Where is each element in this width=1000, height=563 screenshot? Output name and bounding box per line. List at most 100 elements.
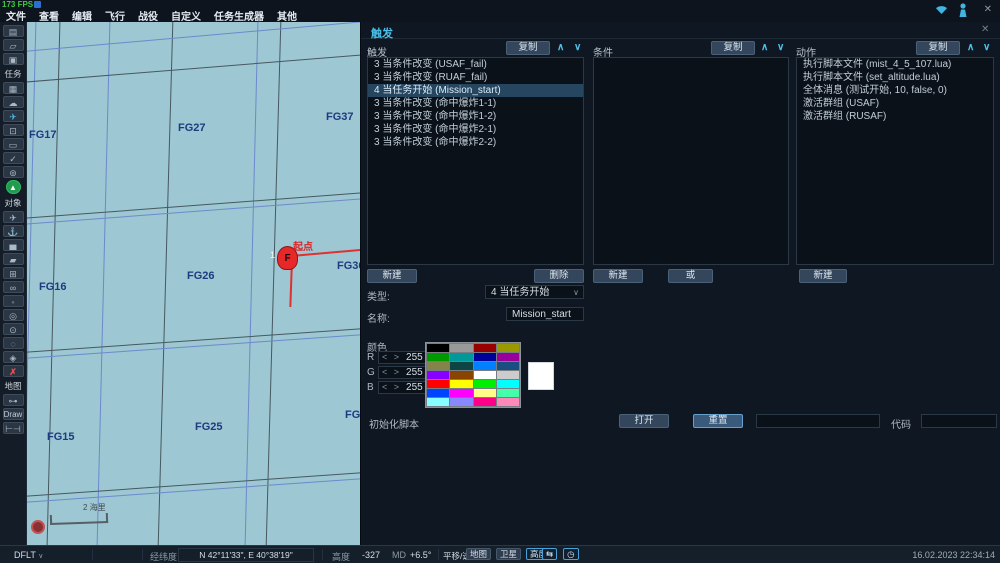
palette-swatch-00ffff[interactable]: [496, 380, 519, 388]
spinner-arrows-icon[interactable]: < >: [382, 367, 401, 377]
ruler-icon[interactable]: ⊢⊣: [2, 422, 24, 434]
list-item[interactable]: 执行脚本文件 (set_altitude.lua): [797, 71, 993, 84]
palette-swatch-8888ff[interactable]: [450, 398, 473, 406]
weather-icon[interactable]: ☁: [2, 96, 24, 108]
palette-swatch-ff0088[interactable]: [473, 398, 496, 406]
list-item[interactable]: 激活群组 (USAF): [797, 97, 993, 110]
palette-swatch-990000[interactable]: [473, 344, 496, 352]
palette-swatch-000099[interactable]: [473, 353, 496, 361]
move-up-icon[interactable]: ∧: [557, 41, 564, 55]
menu-item[interactable]: 查看: [39, 8, 59, 23]
palette-swatch-000000[interactable]: [427, 344, 450, 352]
menu-item[interactable]: 其他: [277, 8, 297, 23]
unit-labels-icon[interactable]: ⇆: [542, 548, 558, 560]
menu-item[interactable]: 飞行: [105, 8, 125, 23]
menu-item[interactable]: 任务生成器: [214, 8, 264, 23]
conditions-list[interactable]: [593, 57, 789, 265]
move-down-icon[interactable]: ∨: [574, 41, 581, 55]
payload-icon[interactable]: ▦: [2, 82, 24, 94]
new-action-button[interactable]: 新建: [799, 269, 847, 283]
list-item[interactable]: 3 当条件改变 (命中爆炸2-1): [368, 123, 583, 136]
palette-swatch-1a4d80[interactable]: [496, 362, 519, 370]
delete-trigger-button[interactable]: 删除: [534, 269, 584, 283]
move-down-icon[interactable]: ∨: [777, 41, 784, 55]
map-mode-地图[interactable]: 地图: [466, 548, 492, 560]
list-item[interactable]: 4 当任务开始 (Mission_start): [368, 84, 583, 97]
profile-selector[interactable]: DFLT ∨: [14, 550, 43, 560]
shapes-icon[interactable]: ◈: [2, 351, 24, 363]
palette-swatch-ffffff[interactable]: [473, 371, 496, 379]
triggers-icon[interactable]: ⊚: [2, 166, 24, 178]
palette-swatch-ffff00[interactable]: [450, 380, 473, 388]
menu-item[interactable]: 文件: [6, 8, 26, 23]
menu-item[interactable]: 战役: [138, 8, 158, 23]
convoy-icon[interactable]: ∞: [2, 281, 24, 293]
or-condition-button[interactable]: 或: [668, 269, 713, 283]
ship-icon[interactable]: ⚓: [2, 225, 24, 237]
trigger-zone-icon[interactable]: ◎: [2, 309, 24, 321]
draw-icon[interactable]: Draw: [2, 408, 24, 420]
list-item[interactable]: 3 当条件改变 (命中爆炸1-2): [368, 110, 583, 123]
palette-swatch-999900[interactable]: [496, 344, 519, 352]
list-item[interactable]: 3 当条件改变 (RUAF_fail): [368, 71, 583, 84]
save-icon[interactable]: ▣: [2, 53, 24, 65]
move-up-icon[interactable]: ∧: [761, 41, 768, 55]
script-path-input[interactable]: [756, 414, 880, 428]
palette-swatch-0044ff[interactable]: [427, 389, 450, 397]
key-icon[interactable]: ⊶: [2, 394, 24, 406]
new-trigger-button[interactable]: 新建: [367, 269, 417, 283]
palette-swatch-009999[interactable]: [450, 353, 473, 361]
palette-swatch-0080ff[interactable]: [473, 362, 496, 370]
spinner-arrows-icon[interactable]: < >: [382, 382, 401, 392]
palette-swatch-cccccc[interactable]: [496, 371, 519, 379]
waypoint-icon[interactable]: ⊙: [2, 323, 24, 335]
clock-icon[interactable]: ◷: [563, 548, 579, 560]
warship-icon[interactable]: ▅: [2, 239, 24, 251]
reset-script-button[interactable]: 重置: [693, 414, 743, 428]
palette-swatch-00ee00[interactable]: [473, 380, 496, 388]
copy-conditions-button[interactable]: 复制: [711, 41, 755, 55]
palette-swatch-ff00ff[interactable]: [450, 389, 473, 397]
palette-swatch-999999[interactable]: [450, 344, 473, 352]
vehicle-icon[interactable]: ▰: [2, 253, 24, 265]
palette-swatch-ff88bb[interactable]: [496, 398, 519, 406]
check-pass-icon[interactable]: ✓: [2, 152, 24, 164]
airplane-icon[interactable]: ✈: [2, 211, 24, 223]
list-item[interactable]: 3 当条件改变 (命中爆炸2-2): [368, 136, 583, 149]
wifi-icon[interactable]: [934, 4, 949, 16]
delete-icon[interactable]: ✗: [2, 365, 24, 377]
list-item[interactable]: 执行脚本文件 (mist_4_5_107.lua): [797, 58, 993, 71]
new-condition-button[interactable]: 新建: [593, 269, 643, 283]
menu-item[interactable]: 编辑: [72, 8, 92, 23]
open-script-button[interactable]: 打开: [619, 414, 669, 428]
palette-swatch-84844a[interactable]: [427, 362, 450, 370]
list-item[interactable]: 3 当条件改变 (命中爆炸1-1): [368, 97, 583, 110]
copy-triggers-button[interactable]: 复制: [506, 41, 550, 55]
group-box-icon[interactable]: ⊞: [2, 267, 24, 279]
palette-swatch-88ffff[interactable]: [427, 398, 450, 406]
type-dropdown[interactable]: 4 当任务开始 ∨: [485, 285, 584, 299]
actions-list[interactable]: 执行脚本文件 (mist_4_5_107.lua) 执行脚本文件 (set_alt…: [796, 57, 994, 265]
pilot-icon[interactable]: [957, 3, 969, 18]
briefing-icon[interactable]: ▭: [2, 138, 24, 150]
move-down-icon[interactable]: ∨: [983, 41, 990, 55]
map-canvas[interactable]: FG17FG27FG37FG16FG26FG36FG15FG25FG35 F 起…: [27, 22, 360, 545]
list-item[interactable]: 激活群组 (RUSAF): [797, 110, 993, 123]
palette-swatch-0e4444[interactable]: [450, 362, 473, 370]
route-node-icon[interactable]: ◦: [2, 295, 24, 307]
copy-actions-button[interactable]: 复制: [916, 41, 960, 55]
fly-mission-icon[interactable]: ✈: [2, 110, 24, 122]
name-input[interactable]: Mission_start: [506, 307, 584, 321]
start-mission-icon[interactable]: ▲: [5, 180, 21, 194]
menu-item[interactable]: 自定义: [171, 8, 201, 23]
palette-swatch-990099[interactable]: [496, 353, 519, 361]
options-icon[interactable]: ⊡: [2, 124, 24, 136]
ellipse-zone-icon[interactable]: ◌: [2, 337, 24, 349]
palette-swatch-44ffaa[interactable]: [496, 389, 519, 397]
palette-swatch-884400[interactable]: [450, 371, 473, 379]
palette-swatch-ffff88[interactable]: [473, 389, 496, 397]
close-icon[interactable]: ✕: [984, 4, 992, 15]
map-mode-卫星[interactable]: 卫星: [496, 548, 522, 560]
code-input[interactable]: [921, 414, 997, 428]
spinner-arrows-icon[interactable]: < >: [382, 352, 401, 362]
